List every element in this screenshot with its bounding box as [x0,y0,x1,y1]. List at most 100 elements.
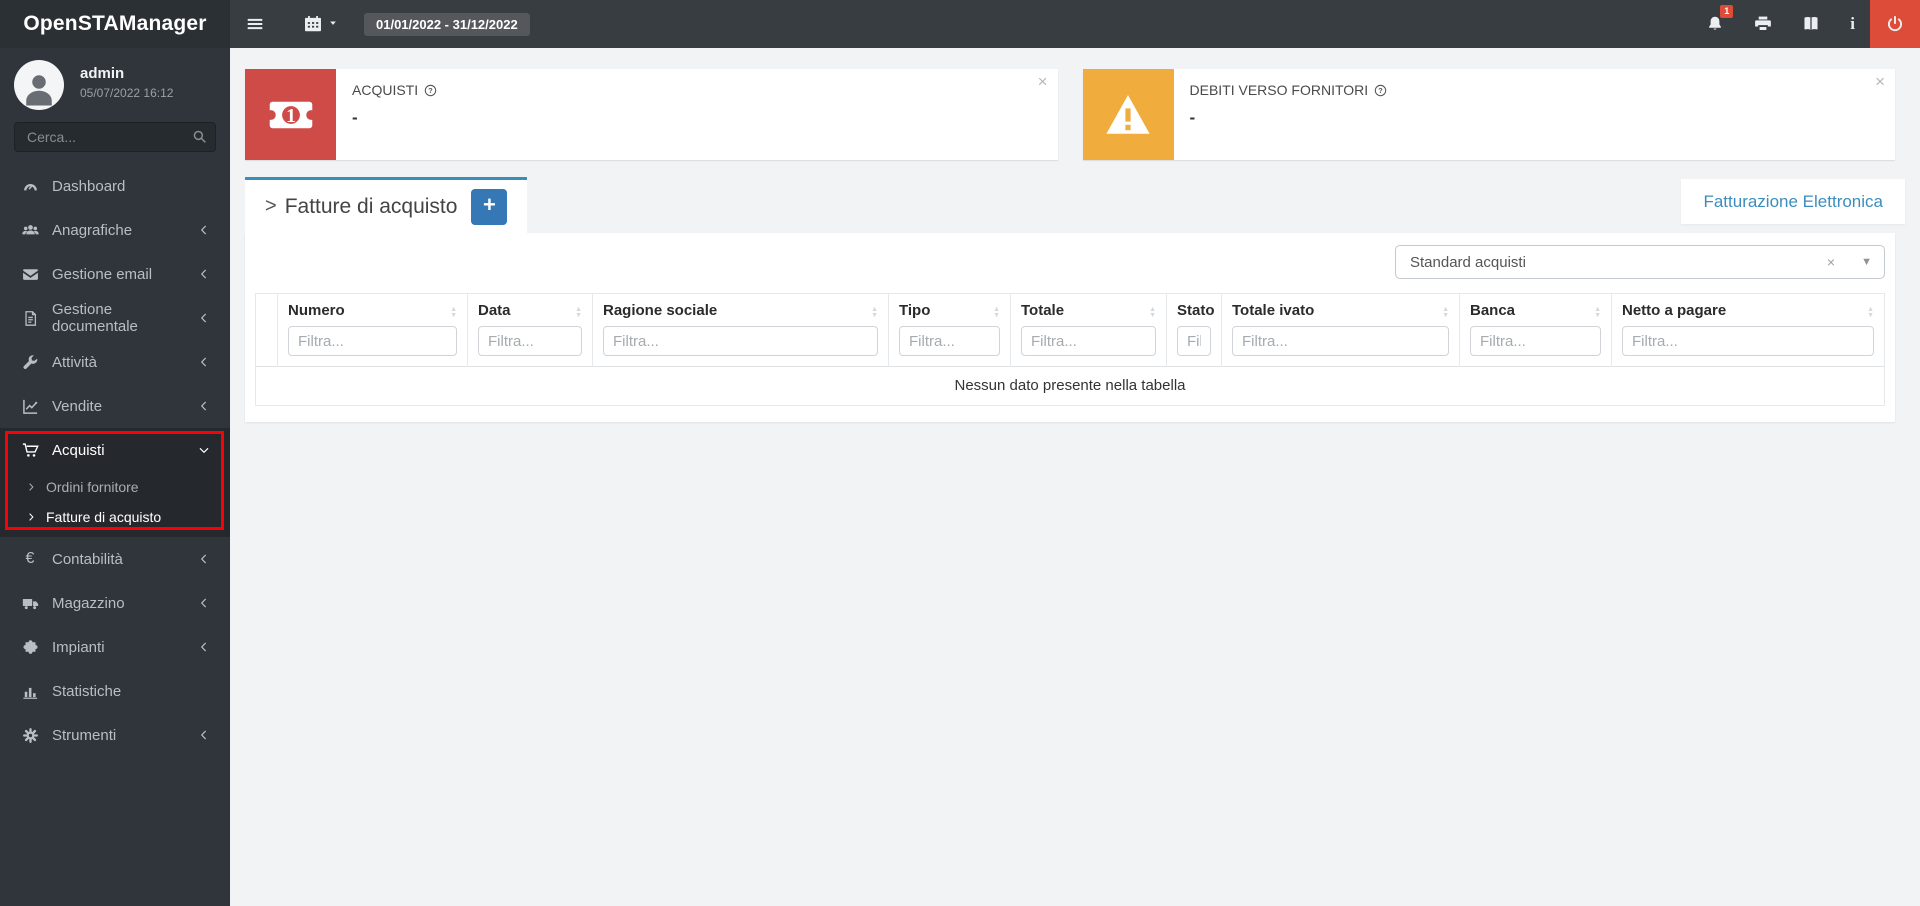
sidebar-item-vendite[interactable]: Vendite [0,384,230,428]
sidebar-group-magazzino: Magazzino [0,581,230,625]
sidebar-subitem-label: Fatture di acquisto [46,509,162,525]
hamburger-icon [246,15,264,33]
angle-left-icon [198,312,210,324]
filter-input-banca[interactable] [1470,326,1601,356]
gear-icon [20,727,40,744]
sort-icon[interactable]: ▲ ▼ [575,306,582,319]
sidebar-item-anagrafiche[interactable]: Anagrafiche [0,208,230,252]
users-icon [20,222,40,239]
close-icon[interactable]: × [1875,73,1885,90]
tab-fatture-di-acquisto[interactable]: > Fatture di acquisto + [245,177,528,233]
sidebar-item-gestione-email[interactable]: Gestione email [0,252,230,296]
column-header-netto-a-pagare[interactable]: Netto a pagare ▲ ▼ [1611,293,1885,367]
column-header-totale-ivato[interactable]: Totale ivato ▲ ▼ [1221,293,1460,367]
column-label: Ragione sociale [603,302,718,319]
search-submit-button[interactable] [192,129,207,147]
column-header-banca[interactable]: Banca ▲ ▼ [1459,293,1612,367]
power-icon [1886,15,1904,33]
column-label: Data [478,302,511,319]
sort-icon[interactable]: ▲ ▼ [450,306,457,319]
sidebar-item-impianti[interactable]: Impianti [0,625,230,669]
invoices-table: Numero▲▼Data▲▼Ragione sociale▲▼Tipo▲▼Tot… [255,293,1885,406]
svg-text:1: 1 [286,105,296,126]
stat-card-title: DEBITI VERSO FORNITORI [1189,82,1369,98]
document-icon [20,310,40,327]
cart-icon [20,442,40,459]
column-header-stato: Stato [1166,293,1222,367]
sidebar-item-contabilita[interactable]: € Contabilità [0,537,230,581]
sidebar-subitem-ordini-fornitore[interactable]: Ordini fornitore [0,472,230,502]
sidebar-submenu-acquisti: Ordini fornitore Fatture di acquisto [0,472,230,537]
select-caret-icon: ▼ [1861,256,1872,268]
power-button[interactable] [1870,0,1920,48]
add-invoice-button[interactable]: + [471,188,508,225]
info-button[interactable]: i [1835,0,1870,48]
search-input[interactable] [14,122,216,152]
angle-left-icon [198,224,210,236]
period-picker-button[interactable] [292,0,350,48]
help-icon[interactable]: ? [424,84,437,97]
filter-input-tipo[interactable] [899,326,1000,356]
close-icon[interactable]: × [1038,73,1048,90]
sidebar-item-label: Attività [52,353,98,371]
stat-card-value: - [1189,108,1196,127]
filter-input-totale[interactable] [1021,326,1156,356]
gauge-icon [20,178,40,195]
sort-icon[interactable]: ▲ ▼ [1594,306,1601,319]
filter-input-totale-ivato[interactable] [1232,326,1449,356]
sort-icon[interactable]: ▲ ▼ [1442,306,1449,319]
info-icon: i [1850,14,1855,33]
sidebar-item-label: Statistiche [52,682,122,700]
caret-down-icon [328,15,338,33]
sort-icon[interactable]: ▲ ▼ [871,306,878,319]
sidebar-group-statistiche: Statistiche [0,669,230,713]
clear-selection-icon[interactable]: × [1827,254,1835,270]
tab-fatturazione-elettronica[interactable]: Fatturazione Elettronica [1681,179,1905,224]
view-select[interactable]: Standard acquisti × ▼ [1395,245,1885,279]
column-header-tipo[interactable]: Tipo ▲ ▼ [888,293,1011,367]
fatturazione-elettronica-link[interactable]: Fatturazione Elettronica [1703,192,1883,212]
column-header-data[interactable]: Data ▲ ▼ [467,293,593,367]
sort-icon[interactable]: ▲ ▼ [993,306,1000,319]
angle-left-icon [198,553,210,565]
sort-icon[interactable]: ▲ ▼ [1867,306,1874,319]
printer-button[interactable] [1739,0,1787,48]
angle-left-icon [198,641,210,653]
date-range-badge[interactable]: 01/01/2022 - 31/12/2022 [364,12,530,36]
book-button[interactable] [1787,0,1835,48]
column-label: Tipo [899,302,931,319]
stat-card-title: ACQUISTI [352,82,419,98]
sidebar-item-gestione-documentale[interactable]: Gestione documentale [0,296,230,340]
sidebar-subitem-fatture-di-acquisto[interactable]: Fatture di acquisto [0,502,230,532]
sidebar-item-strumenti[interactable]: Strumenti [0,713,230,757]
filter-input-netto-a-pagare[interactable] [1622,326,1874,356]
sidebar-item-magazzino[interactable]: Magazzino [0,581,230,625]
sidebar-item-label: Magazzino [52,594,125,612]
filter-input-data[interactable] [478,326,582,356]
column-header-numero[interactable]: Numero ▲ ▼ [277,293,468,367]
sidebar-menu: Dashboard Anagrafiche Gestione email Gestio… [0,164,230,757]
chart-line-icon [20,398,40,415]
sidebar-item-statistiche[interactable]: Statistiche [0,669,230,713]
column-label: Netto a pagare [1622,302,1727,319]
sidebar-item-label: Impianti [52,638,105,656]
column-header-ragione-sociale[interactable]: Ragione sociale ▲ ▼ [592,293,889,367]
filter-input-stato[interactable] [1177,326,1211,356]
sidebar-item-dashboard[interactable]: Dashboard [0,164,230,208]
main-content: 1 ACQUISTI ? - × DEBITI VERSO FORNITORI [230,48,1920,906]
sidebar-subitem-label: Ordini fornitore [46,479,139,495]
bell-button[interactable]: 1 [1691,0,1739,48]
sidebar-item-acquisti[interactable]: Acquisti [0,428,230,472]
help-icon[interactable]: ? [1374,84,1387,97]
angle-left-icon [198,268,210,280]
sidebar-item-attivita[interactable]: Attività [0,340,230,384]
filter-input-numero[interactable] [288,326,457,356]
calendar-icon [304,15,322,33]
sort-icon[interactable]: ▲ ▼ [1149,306,1156,319]
sidebar-item-label: Gestione email [52,265,153,283]
column-header-totale[interactable]: Totale ▲ ▼ [1010,293,1167,367]
sidebar: admin 05/07/2022 16:12 Dashboard Anagrafi… [0,48,230,906]
sidebar-toggle-button[interactable] [234,0,276,48]
filter-input-ragione-sociale[interactable] [603,326,878,356]
tabs-row: > Fatture di acquisto + Fatturazione Ele… [245,177,1905,233]
